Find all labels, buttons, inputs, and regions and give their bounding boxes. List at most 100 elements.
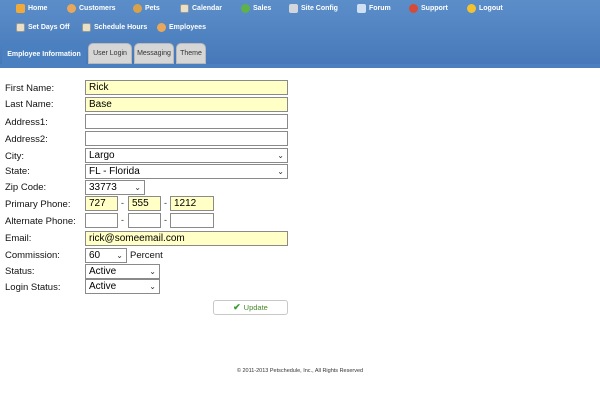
last-name-value: Base (89, 99, 112, 110)
tab-messaging[interactable]: Messaging (134, 43, 174, 64)
chevron-down-icon: ⌄ (149, 282, 156, 291)
zip-select[interactable]: 33773 ⌄ (85, 180, 145, 195)
customers-icon (67, 4, 76, 13)
phone-dash: - (164, 198, 167, 208)
nav-calendar-label: Calendar (192, 5, 222, 12)
primary-phone-line-value: 1212 (174, 198, 197, 209)
days-off-icon (16, 23, 25, 32)
employees-icon (157, 23, 166, 32)
update-button-label: Update (243, 303, 268, 312)
state-value: FL - Florida (89, 166, 140, 177)
address1-label: Address1: (5, 117, 48, 128)
nav-set-days-off-label: Set Days Off (28, 24, 70, 31)
status-value: Active (89, 266, 117, 277)
tab-messaging-label: Messaging (137, 50, 171, 57)
tab-user-login[interactable]: User Login (88, 43, 132, 64)
city-label: City: (5, 151, 24, 162)
phone-dash: - (121, 215, 124, 225)
primary-phone-area-field[interactable]: 727 (85, 196, 118, 211)
tab-employee-information-label: Employee Information (7, 51, 81, 58)
last-name-label: Last Name: (5, 99, 54, 110)
address2-field[interactable] (85, 131, 288, 146)
nav-logout[interactable]: Logout (467, 4, 503, 13)
key-icon (467, 4, 476, 13)
city-select[interactable]: Largo ⌄ (85, 148, 288, 163)
nav-site-config-label: Site Config (301, 5, 338, 12)
login-status-label: Login Status: (5, 282, 61, 293)
status-select[interactable]: Active ⌄ (85, 264, 160, 279)
login-status-select[interactable]: Active ⌄ (85, 279, 160, 294)
primary-phone-label: Primary Phone: (5, 199, 71, 210)
nav-home-label: Home (28, 5, 48, 12)
nav-customers[interactable]: Customers (67, 4, 116, 13)
commission-unit: Percent (130, 250, 163, 261)
nav-forum-label: Forum (369, 5, 391, 12)
checkmark-icon: ✔ (233, 302, 241, 312)
update-button[interactable]: ✔ Update (213, 300, 288, 315)
nav-calendar[interactable]: Calendar (180, 4, 222, 13)
phone-dash: - (164, 215, 167, 225)
tab-strip (0, 64, 600, 68)
tab-theme-label: Theme (180, 50, 202, 57)
state-label: State: (5, 166, 30, 177)
sales-icon (241, 4, 250, 13)
address2-label: Address2: (5, 134, 48, 145)
chevron-down-icon: ⌄ (277, 151, 284, 160)
first-name-label: First Name: (5, 83, 55, 94)
nav-employees[interactable]: Employees (157, 23, 206, 32)
nav-schedule-hours[interactable]: Schedule Hours (82, 23, 147, 32)
alternate-phone-prefix-field[interactable] (128, 213, 161, 228)
nav-forum[interactable]: Forum (357, 4, 391, 13)
nav-logout-label: Logout (479, 5, 503, 12)
nav-schedule-hours-label: Schedule Hours (94, 24, 148, 31)
primary-phone-prefix-field[interactable]: 555 (128, 196, 161, 211)
primary-phone-line-field[interactable]: 1212 (170, 196, 214, 211)
commission-select[interactable]: 60 ⌄ (85, 248, 127, 263)
nav-support[interactable]: Support (409, 4, 448, 13)
address1-field[interactable] (85, 114, 288, 129)
chevron-down-icon: ⌄ (277, 167, 284, 176)
primary-phone-area-value: 727 (89, 198, 106, 209)
phone-dash: - (121, 198, 124, 208)
zip-label: Zip Code: (5, 182, 47, 193)
primary-phone-prefix-value: 555 (132, 198, 149, 209)
email-value: rick@someemail.com (89, 233, 185, 244)
commission-label: Commission: (5, 250, 60, 261)
tab-employee-information[interactable]: Employee Information (2, 43, 86, 66)
chevron-down-icon: ⌄ (116, 251, 123, 260)
alternate-phone-label: Alternate Phone: (5, 216, 76, 227)
email-field[interactable]: rick@someemail.com (85, 231, 288, 246)
city-value: Largo (89, 150, 115, 161)
state-select[interactable]: FL - Florida ⌄ (85, 164, 288, 179)
nav-customers-label: Customers (79, 5, 116, 12)
copyright-footer: © 2011-2013 Petschedule, Inc., All Right… (236, 368, 364, 374)
nav-sales-label: Sales (253, 5, 272, 12)
first-name-field[interactable]: Rick (85, 80, 288, 95)
nav-support-label: Support (421, 5, 448, 12)
commission-value: 60 (89, 250, 101, 261)
zip-value: 33773 (89, 182, 117, 193)
chevron-down-icon: ⌄ (134, 183, 141, 192)
first-name-value: Rick (89, 82, 109, 93)
alternate-phone-area-field[interactable] (85, 213, 118, 228)
email-label: Email: (5, 233, 32, 244)
schedule-icon (82, 23, 91, 32)
tab-user-login-label: User Login (93, 50, 127, 57)
nav-home[interactable]: Home (16, 4, 47, 13)
nav-sales[interactable]: Sales (241, 4, 271, 13)
nav-employees-label: Employees (169, 24, 206, 31)
nav-pets-label: Pets (145, 5, 160, 12)
support-icon (409, 4, 418, 13)
login-status-value: Active (89, 281, 117, 292)
nav-pets[interactable]: Pets (133, 4, 160, 13)
chevron-down-icon: ⌄ (149, 267, 156, 276)
nav-site-config[interactable]: Site Config (289, 4, 338, 13)
calendar-icon (180, 4, 189, 13)
status-label: Status: (5, 266, 35, 277)
wrench-icon (289, 4, 298, 13)
home-icon (16, 4, 25, 13)
last-name-field[interactable]: Base (85, 97, 288, 112)
nav-set-days-off[interactable]: Set Days Off (16, 23, 70, 32)
tab-theme[interactable]: Theme (176, 43, 206, 64)
alternate-phone-line-field[interactable] (170, 213, 214, 228)
